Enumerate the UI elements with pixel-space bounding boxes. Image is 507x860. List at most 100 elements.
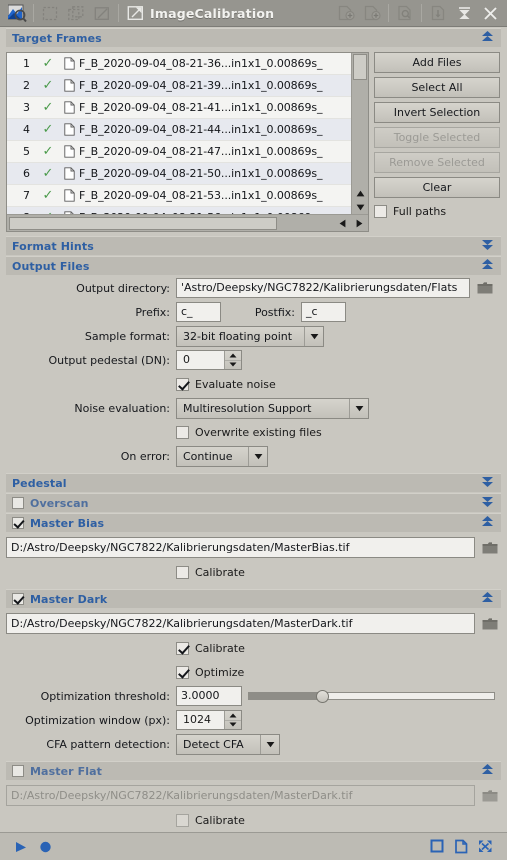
add-global-icon[interactable]	[359, 2, 385, 24]
row-enabled-check-icon[interactable]: ✓	[37, 101, 59, 114]
chevron-down-icon[interactable]	[304, 326, 323, 346]
chevron-down-icon[interactable]	[349, 398, 368, 418]
section-header-overscan[interactable]: Overscan	[6, 493, 501, 512]
table-row[interactable]: 4 ✓ F_B_2020-09-04_08-21-44...in1x1_0.00…	[7, 119, 351, 141]
vertical-scrollbar-thumb[interactable]	[353, 54, 367, 80]
table-row[interactable]: 5 ✓ F_B_2020-09-04_08-21-47...in1x1_0.00…	[7, 141, 351, 163]
chevron-down-icon[interactable]	[260, 734, 279, 754]
chevron-double-up-icon[interactable]	[480, 515, 495, 531]
cfa-pattern-detection-dropdown[interactable]: Detect CFA	[176, 733, 280, 755]
section-header-master-flat[interactable]: Master Flat	[6, 761, 501, 780]
master-dark-browse-folder-icon[interactable]	[479, 614, 501, 634]
master-dark-checkbox[interactable]	[12, 593, 24, 605]
section-header-master-dark[interactable]: Master Dark	[6, 589, 501, 608]
apply-triangle-icon[interactable]	[10, 836, 34, 858]
horizontal-scrollbar-thumb[interactable]	[9, 216, 277, 230]
master-bias-calibrate-checkbox[interactable]	[176, 565, 189, 579]
master-flat-checkbox[interactable]	[12, 765, 24, 777]
overwrite-existing-checkbox[interactable]	[176, 425, 189, 439]
row-enabled-check-icon[interactable]: ✓	[37, 79, 59, 92]
row-enabled-check-icon[interactable]: ✓	[37, 189, 59, 202]
scroll-up-arrow-icon[interactable]	[352, 186, 368, 200]
select-view-icon[interactable]	[37, 2, 63, 24]
master-bias-browse-folder-icon[interactable]	[479, 538, 501, 558]
row-enabled-check-icon[interactable]: ✓	[37, 167, 59, 180]
output-pedestal-value[interactable]: 0	[177, 351, 224, 369]
section-header-master-bias[interactable]: Master Bias	[6, 513, 501, 532]
row-enabled-check-icon[interactable]: ✓	[37, 145, 59, 158]
master-bias-checkbox[interactable]	[12, 517, 24, 529]
overscan-checkbox[interactable]	[12, 497, 24, 509]
chevron-double-down-icon[interactable]	[480, 495, 495, 511]
add-files-button[interactable]: Add Files	[374, 52, 500, 73]
table-row[interactable]: 3 ✓ F_B_2020-09-04_08-21-41...in1x1_0.00…	[7, 97, 351, 119]
stepper-up-icon[interactable]	[225, 351, 241, 361]
chevron-double-up-icon[interactable]	[480, 763, 495, 779]
scroll-right-arrow-icon[interactable]	[351, 219, 368, 228]
chevron-double-up-icon[interactable]	[480, 591, 495, 607]
new-instance-icon[interactable]	[89, 2, 115, 24]
section-header-format-hints[interactable]: Format Hints	[6, 236, 501, 255]
section-header-target-frames[interactable]: Target Frames	[6, 28, 501, 47]
browse-documentation-icon[interactable]	[449, 836, 473, 858]
scroll-left-arrow-icon[interactable]	[334, 219, 351, 228]
sample-format-dropdown[interactable]: 32-bit floating point	[176, 325, 324, 347]
apply-global-circle-icon[interactable]	[34, 836, 58, 858]
output-directory-input[interactable]: 'Astro/Deepsky/NGC7822/Kalibrierungsdate…	[176, 278, 470, 298]
evaluate-noise-row[interactable]: Evaluate noise	[6, 373, 501, 395]
full-paths-row[interactable]: Full paths	[374, 205, 500, 218]
clear-button[interactable]: Clear	[374, 177, 500, 198]
master-bias-calibrate-row[interactable]: Calibrate	[6, 561, 501, 583]
master-bias-path-input[interactable]: D:/Astro/Deepsky/NGC7822/Kalibrierungsda…	[6, 537, 475, 558]
app-logo-icon[interactable]	[4, 2, 30, 24]
select-all-button[interactable]: Select All	[374, 77, 500, 98]
browse-documentation-icon[interactable]	[392, 2, 418, 24]
evaluate-noise-checkbox[interactable]	[176, 377, 189, 391]
output-directory-browse-folder-icon[interactable]	[474, 278, 496, 298]
table-row[interactable]: 6 ✓ F_B_2020-09-04_08-21-50...in1x1_0.00…	[7, 163, 351, 185]
row-enabled-check-icon[interactable]: ✓	[37, 57, 59, 70]
scroll-down-arrow-icon[interactable]	[352, 200, 368, 214]
list-vertical-scrollbar[interactable]	[351, 53, 368, 214]
optimization-window-value[interactable]: 1024	[177, 711, 224, 729]
apply-icon[interactable]	[122, 2, 148, 24]
prefix-input[interactable]: c_	[176, 302, 221, 322]
add-instance-icon[interactable]	[333, 2, 359, 24]
new-instance-square-icon[interactable]	[425, 836, 449, 858]
master-dark-optimize-checkbox[interactable]	[176, 665, 189, 679]
list-horizontal-scrollbar[interactable]	[7, 214, 368, 231]
overwrite-existing-row[interactable]: Overwrite existing files	[6, 421, 501, 443]
stepper-down-icon[interactable]	[225, 721, 241, 730]
chevron-double-up-icon[interactable]	[480, 30, 495, 46]
chevron-double-down-icon[interactable]	[480, 475, 495, 491]
postfix-input[interactable]: _c	[301, 302, 346, 322]
master-dark-calibrate-row[interactable]: Calibrate	[6, 637, 501, 659]
master-dark-calibrate-checkbox[interactable]	[176, 641, 189, 655]
chevron-double-up-icon[interactable]	[480, 258, 495, 274]
table-row[interactable]: 8 ✓ F_B_2020-09-04_08-21-56...in1x1_0.00…	[7, 207, 351, 214]
reset-icon[interactable]	[451, 2, 477, 24]
stepper-up-icon[interactable]	[225, 711, 241, 721]
table-row[interactable]: 7 ✓ F_B_2020-09-04_08-21-53...in1x1_0.00…	[7, 185, 351, 207]
section-header-pedestal[interactable]: Pedestal	[6, 473, 501, 492]
close-icon[interactable]	[477, 2, 503, 24]
optimization-window-stepper[interactable]: 1024	[176, 710, 242, 730]
master-dark-path-input[interactable]: D:/Astro/Deepsky/NGC7822/Kalibrierungsda…	[6, 613, 475, 634]
stepper-down-icon[interactable]	[225, 361, 241, 370]
row-enabled-check-icon[interactable]: ✓	[37, 123, 59, 136]
save-instance-icon[interactable]	[425, 2, 451, 24]
on-error-dropdown[interactable]: Continue	[176, 445, 268, 467]
master-dark-optimize-row[interactable]: Optimize	[6, 661, 501, 683]
optimization-threshold-input[interactable]: 3.0000	[176, 686, 242, 706]
slider-thumb[interactable]	[316, 689, 330, 703]
table-row[interactable]: 1 ✓ F_B_2020-09-04_08-21-36...in1x1_0.00…	[7, 53, 351, 75]
section-header-output-files[interactable]: Output Files	[6, 256, 501, 275]
chevron-down-icon[interactable]	[248, 446, 267, 466]
stepper-buttons[interactable]	[224, 351, 241, 369]
target-frames-list[interactable]: 1 ✓ F_B_2020-09-04_08-21-36...in1x1_0.00…	[6, 52, 369, 232]
optimization-threshold-slider[interactable]	[248, 687, 495, 705]
duplicate-icon[interactable]	[63, 2, 89, 24]
output-pedestal-stepper[interactable]: 0	[176, 350, 242, 370]
invert-selection-button[interactable]: Invert Selection	[374, 102, 500, 123]
full-paths-checkbox[interactable]	[374, 205, 387, 218]
